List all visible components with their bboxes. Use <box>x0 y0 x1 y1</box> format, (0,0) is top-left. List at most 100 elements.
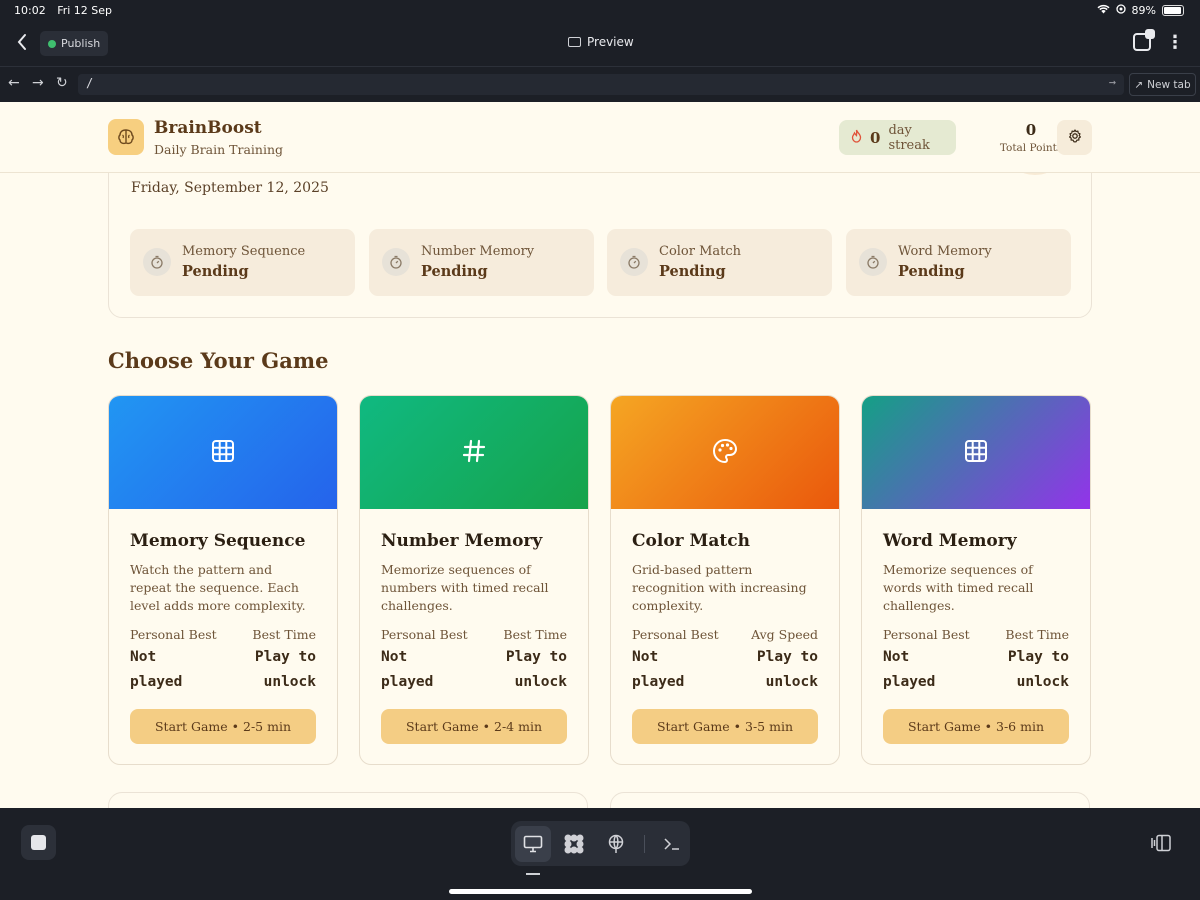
battery-icon <box>1162 5 1184 16</box>
tabs-icon[interactable] <box>1133 29 1155 51</box>
game-description: Watch the pattern and repeat the sequenc… <box>130 562 306 613</box>
new-tab-button[interactable]: ↗ New tab <box>1129 73 1196 96</box>
personal-best-label: Personal Best <box>130 627 217 642</box>
section-title: Choose Your Game <box>108 348 329 373</box>
lower-card <box>610 792 1090 808</box>
grid-icon <box>964 439 988 467</box>
game-body: Memory Sequence Watch the pattern and re… <box>109 509 337 764</box>
web-page: BrainBoost Daily Brain Training 0 day st… <box>0 102 1200 808</box>
game-card-color-match[interactable]: Color Match Grid-based pattern recogniti… <box>610 395 840 765</box>
settings-button[interactable] <box>1057 120 1092 155</box>
avg-speed-label: Avg Speed <box>751 627 818 642</box>
start-game-button[interactable]: Start Game • 2-4 min <box>381 709 567 744</box>
summary-date: Friday, September 12, 2025 <box>131 180 329 196</box>
tile-status: Pending <box>182 263 249 280</box>
best-time-label: Best Time <box>252 627 316 642</box>
game-card-memory-sequence[interactable]: Memory Sequence Watch the pattern and re… <box>108 395 338 765</box>
start-game-button[interactable]: Start Game • 3-5 min <box>632 709 818 744</box>
personal-best-label: Personal Best <box>381 627 468 642</box>
nav-back-icon[interactable]: ← <box>8 75 20 91</box>
personal-best-label: Personal Best <box>632 627 719 642</box>
home-indicator[interactable] <box>449 889 752 894</box>
back-chevron-icon[interactable] <box>16 33 34 55</box>
personal-best-label: Personal Best <box>883 627 970 642</box>
game-description: Memorize sequences of words with timed r… <box>883 562 1034 613</box>
publish-button[interactable]: Publish <box>40 31 109 56</box>
grid-icon <box>211 439 235 467</box>
streak-count: 0 <box>870 128 881 147</box>
timer-icon <box>859 248 887 276</box>
preview-label: Preview <box>587 35 634 49</box>
timer-icon <box>382 248 410 276</box>
monitor-icon <box>568 37 581 47</box>
stop-button[interactable] <box>21 825 56 860</box>
hash-icon <box>462 439 486 467</box>
wifi-icon <box>1097 4 1110 17</box>
game-description: Memorize sequences of numbers with timed… <box>381 562 549 613</box>
game-title: Number Memory <box>381 531 543 551</box>
status-tile: Number Memory Pending <box>369 229 594 296</box>
monitor-icon[interactable] <box>515 825 551 862</box>
status-bar: 10:02 Fri 12 Sep 89% <box>0 0 1200 22</box>
total-points-value: 0 <box>1025 121 1037 139</box>
game-description: Grid-based pattern recognition with incr… <box>632 562 807 613</box>
best-time-value: Play to unlock <box>254 649 316 690</box>
location-icon <box>1115 4 1126 17</box>
url-bar: ← → ↻ / → ↗ New tab <box>0 67 1200 102</box>
tile-status: Pending <box>659 263 726 280</box>
url-text: / <box>86 76 94 90</box>
personal-best-value: Not played <box>883 649 936 690</box>
game-card-number-memory[interactable]: Number Memory Memorize sequences of numb… <box>359 395 589 765</box>
brand-name: BrainBoost <box>154 118 262 138</box>
best-time-label: Best Time <box>503 627 567 642</box>
personal-best-value: Not played <box>381 649 434 690</box>
gear-icon <box>1068 128 1082 147</box>
game-card-word-memory[interactable]: Word Memory Memorize sequences of words … <box>861 395 1091 765</box>
game-title: Word Memory <box>883 531 1017 551</box>
side-panel-icon[interactable] <box>1150 834 1172 852</box>
go-arrow-icon[interactable]: → <box>1109 75 1116 89</box>
active-indicator <box>526 873 540 875</box>
preview-tab[interactable]: Preview <box>568 35 634 49</box>
brand-tagline: Daily Brain Training <box>154 142 284 157</box>
game-body: Word Memory Memorize sequences of words … <box>862 509 1090 764</box>
status-date: Fri 12 Sep <box>57 4 113 17</box>
lower-card <box>108 792 588 808</box>
terminal-icon[interactable] <box>654 826 690 862</box>
tile-game-name: Word Memory <box>898 244 992 259</box>
globe-icon[interactable] <box>598 826 634 862</box>
status-tile: Word Memory Pending <box>846 229 1071 296</box>
new-tab-label: New tab <box>1147 78 1191 91</box>
globe-icon <box>48 39 56 48</box>
best-time-value: Play to unlock <box>1007 649 1069 690</box>
palette-icon <box>712 438 738 468</box>
divider <box>643 834 645 853</box>
start-game-button[interactable]: Start Game • 2-5 min <box>130 709 316 744</box>
brain-logo-icon <box>108 119 144 155</box>
best-time-label: Best Time <box>1005 627 1069 642</box>
tile-status: Pending <box>898 263 965 280</box>
app-toolbar: Publish Preview ⋮ <box>0 22 1200 67</box>
publish-label: Publish <box>61 37 101 50</box>
battery-percent: 89% <box>1131 4 1156 17</box>
game-body: Color Match Grid-based pattern recogniti… <box>611 509 839 764</box>
more-vertical-icon[interactable]: ⋮ <box>1166 31 1184 55</box>
status-tile: Memory Sequence Pending <box>130 229 355 296</box>
streak-badge: 0 day streak <box>839 120 956 155</box>
tile-game-name: Memory Sequence <box>182 244 306 259</box>
avg-speed-value: Play to unlock <box>756 649 818 690</box>
external-link-icon: ↗ <box>1134 78 1144 91</box>
nav-forward-icon[interactable]: → <box>32 75 44 91</box>
personal-best-value: Not played <box>130 649 183 690</box>
grid-dots-icon[interactable] <box>557 826 593 862</box>
game-banner <box>109 396 337 509</box>
site-header: BrainBoost Daily Brain Training 0 day st… <box>0 102 1200 173</box>
tool-switcher <box>511 821 690 866</box>
url-input[interactable]: / → <box>78 74 1124 95</box>
status-time: 10:02 <box>14 4 46 17</box>
timer-icon <box>143 248 171 276</box>
bottom-dock <box>0 808 1200 900</box>
streak-label: day streak <box>888 122 930 153</box>
start-game-button[interactable]: Start Game • 3-6 min <box>883 709 1069 744</box>
reload-icon[interactable]: ↻ <box>56 75 68 91</box>
